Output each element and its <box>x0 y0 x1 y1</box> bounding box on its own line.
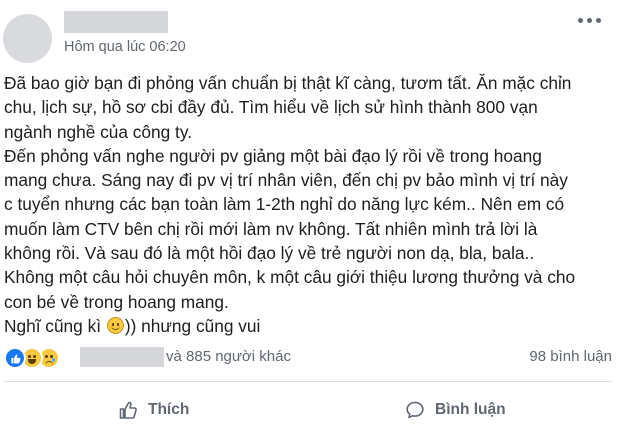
reactor-names-redacted[interactable] <box>80 347 164 367</box>
post-text-line: ngành nghề của công ty. <box>4 121 193 142</box>
avatar[interactable] <box>3 14 52 63</box>
like-button-label: Thích <box>148 401 190 418</box>
post-text-line: con bé về trong hoang mang. <box>4 291 229 312</box>
divider <box>4 381 612 382</box>
dot-icon <box>578 17 583 23</box>
post-text-line: muốn làm CTV bên chị rồi mới làm nv khôn… <box>4 218 538 239</box>
post-text-line: c tuyển nhưng các bạn toàn làm 1-2th ngh… <box>4 194 565 215</box>
post-text-line: mang chưa. Sáng nay đi pv vị trí nhân vi… <box>4 170 568 191</box>
reaction-icons[interactable] <box>4 347 74 369</box>
post-text: Đã bao giờ bạn đi phỏng vấn chuẩn bị thậ… <box>4 71 612 338</box>
like-button[interactable]: Thích <box>118 396 189 424</box>
post-text-fragment: )) nhưng cũng vui <box>124 315 261 336</box>
comment-icon <box>406 401 424 419</box>
post-text-line: Đã bao giờ bạn đi phỏng vấn chuẩn bị thậ… <box>4 73 572 93</box>
post-timestamp[interactable]: Hôm qua lúc 06:20 <box>64 39 186 55</box>
comment-button-label: Bình luận <box>435 401 506 418</box>
like-icon[interactable] <box>4 347 26 369</box>
dot-icon <box>596 17 601 23</box>
comments-count[interactable]: 98 bình luận <box>529 348 612 365</box>
post-text-line: chu, lịch sự, hồ sơ cbi đầy đủ. Tìm hiểu… <box>4 97 538 118</box>
thumbs-up-icon <box>119 401 137 419</box>
smile-emoji-icon <box>106 316 124 334</box>
post-text-line-last: Nghĩ cũng kì )) nhưng cũng vui <box>4 314 612 338</box>
reaction-others-text[interactable]: và 885 người khác <box>166 348 291 365</box>
post-text-line: không rồi. Và sau đó là một hồi đạo lý v… <box>4 243 535 264</box>
comment-button[interactable]: Bình luận <box>405 396 506 424</box>
post-text-line: Không một câu hỏi chuyên môn, k một câu … <box>4 267 576 288</box>
author-name-redacted[interactable] <box>64 11 168 33</box>
post-text-fragment: Nghĩ cũng kì <box>4 315 106 336</box>
reactions-summary: và 885 người khác 98 bình luận <box>4 347 612 371</box>
dot-icon <box>587 17 592 23</box>
more-options-button[interactable] <box>578 12 612 28</box>
post-text-line: Đến phỏng vấn nghe người pv giảng một bà… <box>4 145 542 166</box>
